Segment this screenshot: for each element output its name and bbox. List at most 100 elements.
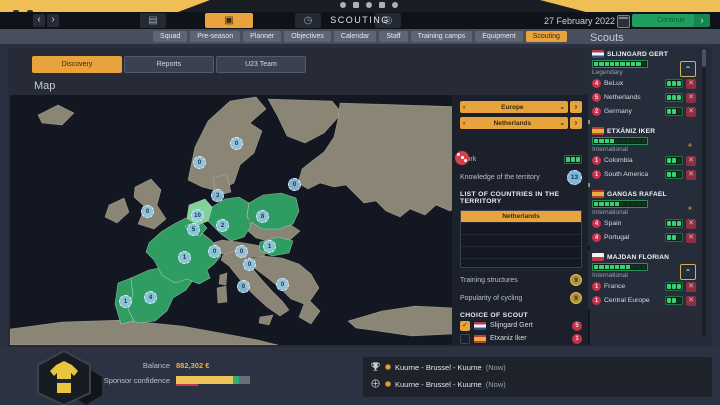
map-marker-hungary[interactable]: 1 <box>263 240 276 253</box>
scout-card-header: GANGAS RAFAEL <box>592 190 696 198</box>
event-status-dot <box>385 364 391 370</box>
balance-value: 882,302 € <box>176 361 210 370</box>
scout-card-majdan-florian: MAJDAN FLORIAN International ⌃ 1 France ✕ 1 Cen… <box>588 250 700 309</box>
scout-checkbox[interactable] <box>460 333 470 344</box>
scout-mission-count: 1 <box>572 333 582 344</box>
subnav-tab-scouting[interactable]: Scouting <box>525 31 567 42</box>
territory-knowledge-rating <box>665 282 683 291</box>
random-country-icon[interactable] <box>455 151 469 165</box>
map-marker-slovenia[interactable]: 0 <box>243 258 256 271</box>
map-marker-germany[interactable]: 2 <box>216 219 229 232</box>
map-marker-france[interactable]: 1 <box>178 251 191 264</box>
map-marker-portugal[interactable]: 1 <box>119 295 132 308</box>
subnav-tab-pre-season[interactable]: Pre-season <box>190 31 241 42</box>
remove-territory-button[interactable]: ✕ <box>686 155 696 166</box>
scout-card-slijngard-gert: SLIJNGARD GERT Legendary ⌃ 4 BeLux ✕ 5 Netherla… <box>588 47 700 120</box>
promote-double-chevron-icon[interactable]: « <box>682 138 696 152</box>
territory-name: Netherlands <box>604 94 641 101</box>
remove-territory-button[interactable]: ✕ <box>686 78 696 89</box>
remove-territory-button[interactable]: ✕ <box>686 106 696 117</box>
collapse-chevron-icon[interactable]: ⌃ <box>680 61 696 77</box>
tab-reports[interactable]: Reports <box>124 56 214 73</box>
skill-segment <box>641 202 646 206</box>
tab-discovery[interactable]: Discovery <box>32 56 122 73</box>
map-marker-spain[interactable]: 4 <box>144 291 157 304</box>
home-icon[interactable] <box>353 2 359 8</box>
info-icon[interactable] <box>379 2 385 8</box>
scouts-list: SLIJNGARD GERT Legendary ⌃ 4 BeLux ✕ 5 Netherla… <box>588 47 700 313</box>
country-list-item-empty <box>461 235 581 247</box>
scout-level: International <box>592 209 628 216</box>
scout-name: MAJDAN FLORIAN <box>607 253 670 261</box>
event-row[interactable]: Kuurne - Brussel - Kuurne (Now) <box>370 377 712 391</box>
remove-territory-button[interactable]: ✕ <box>686 92 696 103</box>
skill-segment <box>594 139 599 143</box>
territory-row-netherlands: 5 Netherlands ✕ <box>592 91 696 104</box>
scrollbar-thumb[interactable] <box>702 49 706 67</box>
territory-knowledge-rating <box>665 233 683 242</box>
subnav-tab-objectives[interactable]: Objectives <box>284 31 331 42</box>
subnav-tab-staff[interactable]: Staff <box>379 31 408 42</box>
scout-checkbox[interactable]: ✓ <box>460 320 470 331</box>
skill-segment <box>625 62 631 66</box>
power-icon[interactable] <box>392 2 398 8</box>
subnav-tab-calendar[interactable]: Calendar <box>333 31 377 42</box>
scout-level: International <box>592 146 628 153</box>
map-marker-poland[interactable]: 8 <box>256 210 269 223</box>
continent-next-button[interactable]: › <box>570 101 582 113</box>
settings-icon[interactable] <box>366 2 372 8</box>
bell-icon[interactable] <box>340 2 346 8</box>
map-marker-belgium[interactable]: 5 <box>187 223 200 236</box>
map-marker-denmark[interactable]: 3 <box>211 189 224 202</box>
territory-mission-count: 4 <box>592 79 601 88</box>
country-next-button[interactable]: › <box>570 117 582 129</box>
skill-segment <box>641 62 646 66</box>
subnav-tab-squad[interactable]: Squad <box>153 31 188 42</box>
remove-territory-button[interactable]: ✕ <box>686 218 696 229</box>
map-marker-norway[interactable]: 0 <box>230 137 243 150</box>
subnav-tab-training-camps[interactable]: Training camps <box>410 31 473 42</box>
skill-segment <box>631 202 636 206</box>
remove-territory-button[interactable]: ✕ <box>686 232 696 243</box>
map-marker-italy[interactable]: 0 <box>237 280 250 293</box>
scout-option-slijngard-gert[interactable]: ✓ Slijngard Gert 5 <box>460 319 582 332</box>
remove-territory-button[interactable]: ✕ <box>686 169 696 180</box>
skill-segment <box>625 139 631 143</box>
scouts-scrollbar[interactable] <box>702 47 706 337</box>
skill-segment <box>594 265 599 269</box>
map-marker-austria[interactable]: 0 <box>235 245 248 258</box>
subnav-tab-planner[interactable]: Planner <box>243 31 282 42</box>
calendar-icon[interactable] <box>617 15 630 28</box>
collapse-chevron-icon[interactable]: ⌃ <box>680 264 696 280</box>
knowledge-segment <box>672 81 676 86</box>
knowledge-segment <box>672 172 676 177</box>
continent-select[interactable]: ‹ Europe ⌄ <box>460 101 568 113</box>
skill-segment <box>631 265 636 269</box>
knowledge-segment <box>667 95 671 100</box>
remove-territory-button[interactable]: ✕ <box>686 281 696 292</box>
remove-territory-button[interactable]: ✕ <box>686 295 696 306</box>
map-marker-switzerland[interactable]: 0 <box>208 245 221 258</box>
continue-button[interactable]: Continue › <box>632 14 710 27</box>
skill-segment <box>636 265 641 269</box>
territory-name: Spain <box>604 220 622 227</box>
knowledge-segment <box>677 109 681 114</box>
promote-double-chevron-icon[interactable]: « <box>682 201 696 215</box>
event-row[interactable]: Kuurne - Brussel - Kuurne (Now) <box>370 360 712 374</box>
subnav-tab-equipment[interactable]: Equipment <box>475 31 523 42</box>
territory-knowledge-rating <box>665 107 683 116</box>
scout-option-etxaniz-iker[interactable]: Etxaniz Iker 1 <box>460 332 582 345</box>
country-select[interactable]: ‹ Netherlands ⌄ <box>460 117 568 129</box>
skill-segment <box>631 62 636 66</box>
map-marker-baltics[interactable]: 0 <box>288 178 301 191</box>
country-list-item-selected[interactable]: Netherlands <box>461 211 581 223</box>
map-marker-netherlands[interactable]: 10 <box>191 209 204 222</box>
tab-u23-team[interactable]: U23 Team <box>216 56 306 73</box>
map-marker-united-kingdom[interactable]: 0 <box>141 205 154 218</box>
training-structures-badge: 9 <box>570 274 582 286</box>
scout-option-name: Slijngard Gert <box>490 322 533 329</box>
map-marker-serbia[interactable]: 0 <box>276 278 289 291</box>
map-marker-norway-south[interactable]: 0 <box>193 156 206 169</box>
work-segment <box>566 156 570 162</box>
popularity-label: Popularity of cycling <box>460 294 523 302</box>
